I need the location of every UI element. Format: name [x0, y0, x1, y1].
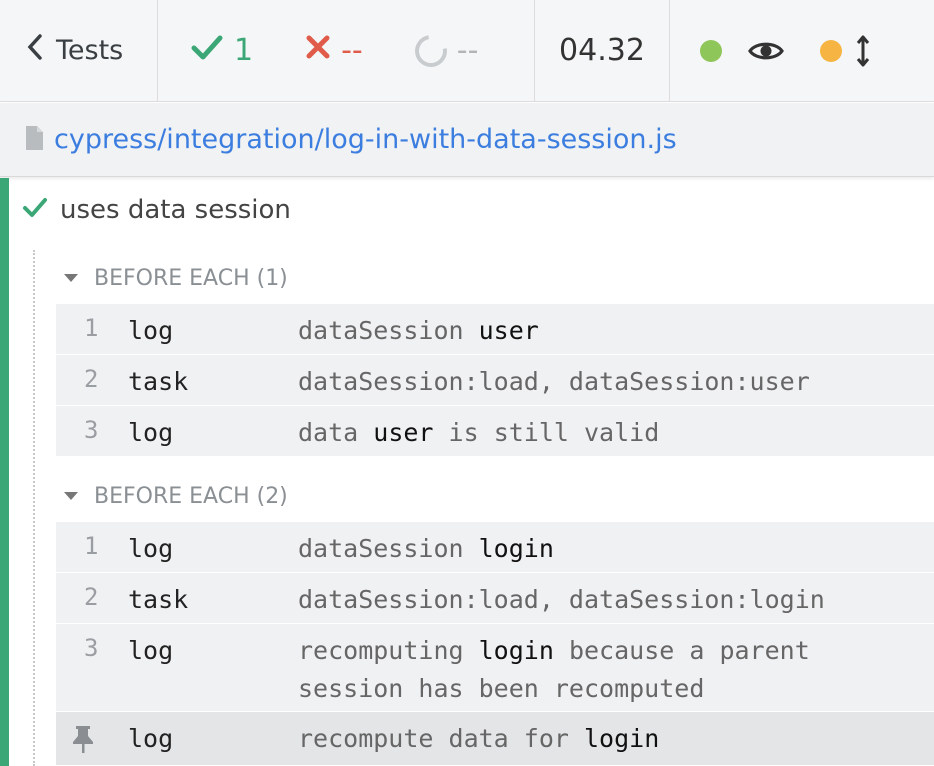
pin-icon[interactable] [70, 724, 96, 760]
reporter-header: Tests 1 -- -- 04.32 [0, 0, 934, 102]
command-row-pinned[interactable]: log recompute data for login [56, 712, 934, 766]
test-title: uses data session [60, 195, 291, 225]
command-number: 1 [84, 532, 99, 560]
command-message: dataSession login [298, 534, 554, 563]
passed-stat: 1 [190, 33, 253, 69]
command-message: dataSession user [298, 316, 539, 345]
hook-header[interactable]: BEFORE EACH (1) [64, 262, 288, 294]
command-message: recomputing login because a parent sessi… [298, 636, 810, 703]
command-row[interactable]: 1 log dataSession user [56, 304, 934, 355]
spinner-icon [408, 28, 454, 73]
command-row[interactable]: 1 log dataSession login [56, 522, 934, 573]
nesting-line [33, 250, 35, 766]
command-message: dataSession:load, dataSession:login [298, 585, 825, 614]
pending-count: -- [456, 33, 479, 68]
command-row[interactable]: 2 task dataSession:load, dataSession:use… [56, 355, 934, 406]
command-row[interactable]: 2 task dataSession:load, dataSession:log… [56, 573, 934, 624]
back-to-tests-button[interactable]: Tests [0, 0, 158, 101]
pending-stat: -- [408, 28, 479, 73]
command-name: task [128, 585, 189, 614]
command-name: log [128, 636, 174, 665]
status-dot-icon [700, 39, 722, 62]
command-number: 2 [84, 365, 99, 393]
command-message: recompute data for login [298, 724, 660, 753]
duration: 04.32 [535, 0, 670, 101]
test-stats: 1 -- -- [158, 0, 535, 101]
vertical-arrows-icon[interactable] [856, 35, 870, 67]
hook-title: BEFORE EACH (1) [94, 265, 288, 291]
command-name: log [128, 316, 174, 345]
hook-header[interactable]: BEFORE EACH (2) [64, 480, 288, 512]
command-number: 3 [84, 634, 99, 662]
eye-icon[interactable] [748, 39, 784, 63]
test-pass-bar [0, 178, 9, 766]
command-message: dataSession:load, dataSession:user [298, 367, 810, 396]
command-number: 2 [84, 583, 99, 611]
command-number: 3 [84, 416, 99, 444]
file-icon [24, 125, 44, 155]
chevron-left-icon [26, 33, 44, 69]
command-row[interactable]: 3 log data user is still valid [56, 406, 934, 457]
command-name: log [128, 724, 174, 753]
command-name: log [128, 418, 174, 447]
back-label: Tests [56, 35, 124, 66]
caret-down-icon [64, 492, 78, 500]
command-message: data user is still valid [298, 418, 660, 447]
caret-down-icon [64, 274, 78, 282]
x-icon [305, 33, 331, 68]
spec-file-link[interactable]: cypress/integration/log-in-with-data-ses… [54, 124, 677, 155]
command-name: log [128, 534, 174, 563]
check-icon [22, 195, 48, 225]
hook-title: BEFORE EACH (2) [94, 483, 288, 509]
header-controls [670, 0, 934, 101]
command-number: 1 [84, 314, 99, 342]
check-icon [190, 33, 224, 69]
failed-count: -- [341, 33, 363, 68]
passed-count: 1 [234, 33, 254, 68]
spec-file-bar: cypress/integration/log-in-with-data-ses… [0, 103, 934, 177]
command-row[interactable]: 3 log recomputing login because a parent… [56, 624, 934, 712]
failed-stat: -- [305, 33, 363, 68]
scroll-dot-icon [820, 39, 842, 62]
test-title-row[interactable]: uses data session [22, 190, 291, 230]
command-name: task [128, 367, 189, 396]
